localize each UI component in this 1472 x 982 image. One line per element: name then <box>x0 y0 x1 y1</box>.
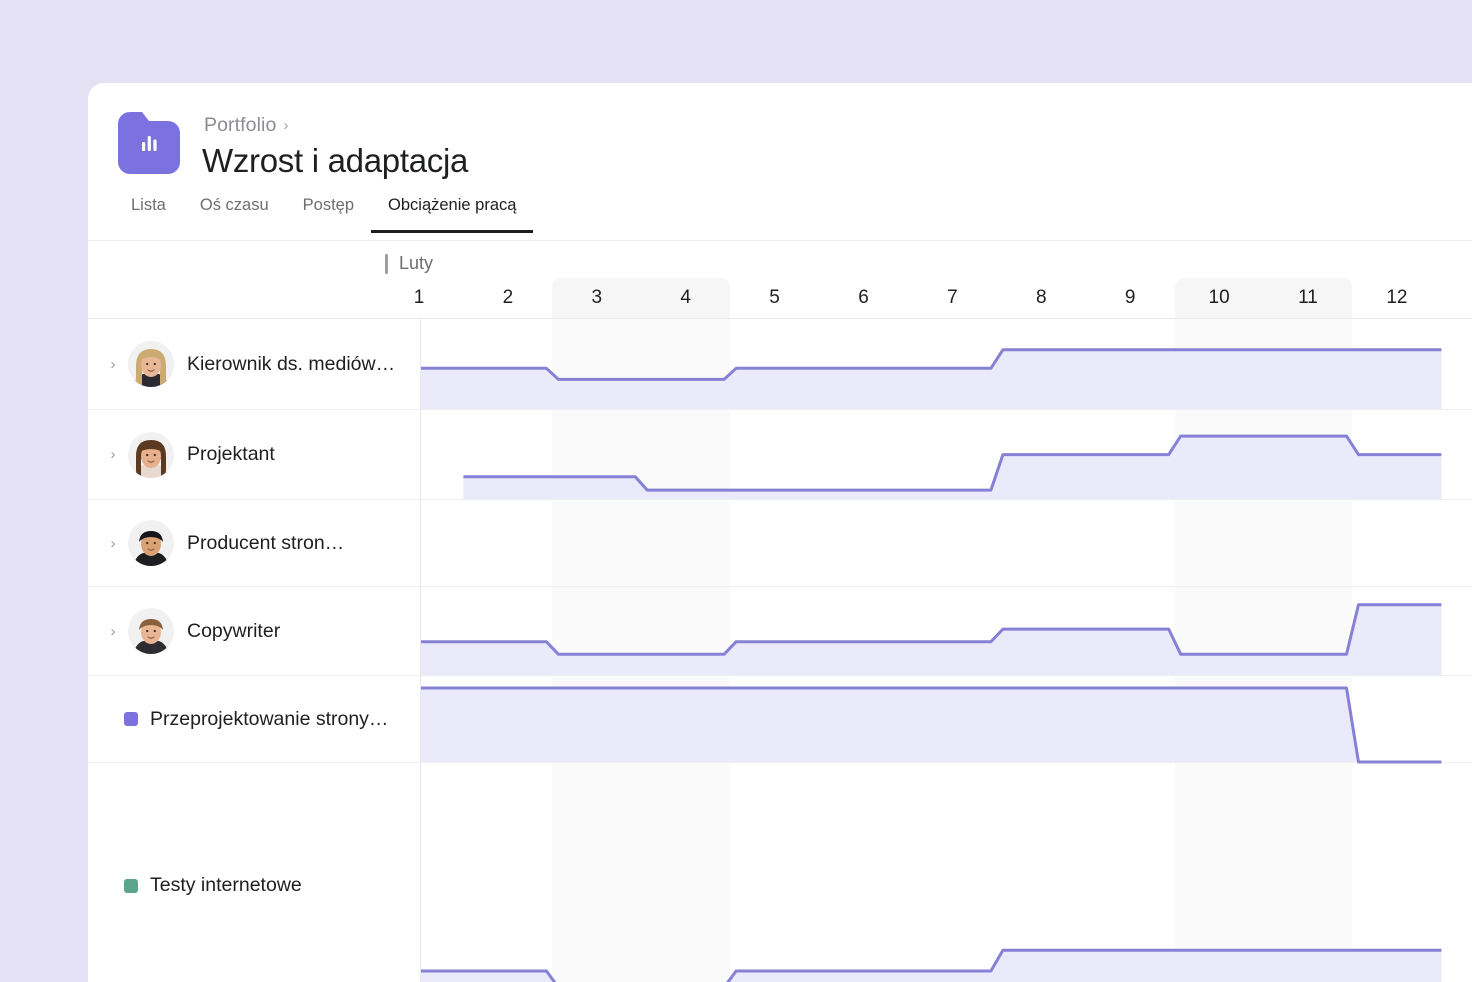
avatar <box>128 520 174 566</box>
day-header-1[interactable]: 1 <box>375 278 464 318</box>
workload-area-fill <box>421 604 1442 675</box>
avatar <box>128 431 174 478</box>
tab-os-czasu[interactable]: Oś czasu <box>183 196 286 233</box>
project-color-swatch <box>124 712 138 726</box>
day-header-7[interactable]: 7 <box>908 278 997 318</box>
tab-lista[interactable]: Lista <box>114 196 183 233</box>
avatar <box>128 341 174 387</box>
expand-chevron-icon[interactable]: › <box>98 624 128 639</box>
sidebar-row-task[interactable]: Testy internetowe <box>88 763 420 982</box>
sidebar-row-label: Przeprojektowanie strony… <box>150 707 389 730</box>
workload-area-fill <box>421 950 1442 982</box>
project-color-swatch <box>124 878 138 893</box>
day-header-strip: 1 2 3 4 5 6 7 8 9 10 11 12 <box>88 278 1472 318</box>
view-tabs: Lista Oś czasu Postęp Obciążenie pracą <box>114 196 534 233</box>
avatar <box>128 608 174 654</box>
timeline-header: Luty 1 2 3 4 5 6 7 8 9 10 11 12 <box>88 241 1472 319</box>
sidebar-row-label: Copywriter <box>187 619 281 642</box>
day-header-4[interactable]: 4 <box>641 278 730 318</box>
month-name: Luty <box>399 253 434 273</box>
page-title: Wzrost i adaptacja <box>202 142 469 179</box>
month-label: Luty <box>385 253 433 274</box>
sidebar-row-person[interactable]: › Producent stron… <box>88 500 420 587</box>
workload-card: Portfolio › Wzrost i adaptacja Lista Oś … <box>88 83 1472 982</box>
day-header-3[interactable]: 3 <box>552 278 641 318</box>
breadcrumb[interactable]: Portfolio › <box>204 114 288 137</box>
sidebar-row-label: Kierownik ds. mediów… <box>187 352 396 375</box>
breadcrumb-portfolio[interactable]: Portfolio <box>204 114 276 137</box>
day-header-11[interactable]: 11 <box>1264 278 1353 318</box>
day-header-9[interactable]: 9 <box>1086 278 1175 318</box>
day-header-6[interactable]: 6 <box>819 278 908 318</box>
chevron-right-icon: › <box>283 117 289 134</box>
day-header-2[interactable]: 2 <box>463 278 552 318</box>
day-header-10[interactable]: 10 <box>1175 278 1264 318</box>
day-header-12[interactable]: 12 <box>1352 278 1441 318</box>
tab-obciazenie-praca[interactable]: Obciążenie pracą <box>371 196 534 233</box>
day-header-8[interactable]: 8 <box>997 278 1086 318</box>
portfolio-folder-icon <box>118 112 180 174</box>
expand-chevron-icon[interactable]: › <box>98 357 128 372</box>
tab-postep[interactable]: Postęp <box>286 196 371 233</box>
sidebar-row-person[interactable]: › Copywriter <box>88 587 420 676</box>
workload-chart-svg <box>421 348 1442 982</box>
day-header-5[interactable]: 5 <box>730 278 819 318</box>
sidebar-row-label: Producent stron… <box>187 531 345 554</box>
expand-chevron-icon[interactable]: › <box>98 447 128 462</box>
expand-chevron-icon[interactable]: › <box>98 536 128 551</box>
resource-sidebar: › Kierownik ds. mediów… › Projektant › Pro… <box>88 319 421 982</box>
sidebar-row-label: Testy internetowe <box>150 874 302 896</box>
sidebar-row-task[interactable]: Przeprojektowanie strony… <box>88 676 420 763</box>
sidebar-row-person[interactable]: › Kierownik ds. mediów… <box>88 319 420 410</box>
workload-chart-area <box>421 319 1472 982</box>
month-marker-icon <box>385 253 388 274</box>
workload-board: › Kierownik ds. mediów… › Projektant › Pro… <box>88 319 1472 982</box>
page-header: Portfolio › Wzrost i adaptacja Lista Oś … <box>88 83 1472 241</box>
sidebar-row-label: Projektant <box>187 443 275 465</box>
workload-area-fill <box>421 688 1442 762</box>
sidebar-row-person[interactable]: › Projektant <box>88 410 420 500</box>
